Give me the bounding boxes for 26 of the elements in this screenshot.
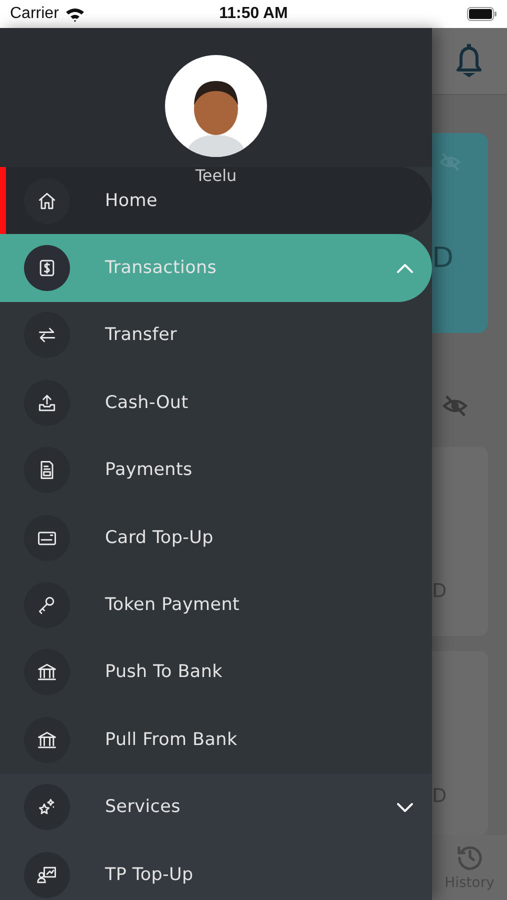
menu-item[interactable]: Pull From Bank bbox=[0, 706, 432, 774]
dollar-icon bbox=[24, 245, 70, 292]
key-icon bbox=[24, 582, 70, 628]
presentation-icon bbox=[24, 852, 70, 898]
clock-time: 11:50 AM bbox=[219, 5, 288, 22]
stars-icon bbox=[24, 784, 70, 830]
tray-upload-icon bbox=[24, 380, 70, 426]
menu-item[interactable]: Payments bbox=[0, 436, 432, 504]
menu-item[interactable]: Token Payment bbox=[0, 571, 432, 639]
menu-item[interactable]: TP Top-Up bbox=[0, 840, 432, 900]
menu-item[interactable]: Cash-Out bbox=[0, 369, 432, 437]
menu-item[interactable]: Card Top-Up bbox=[0, 504, 432, 572]
battery-icon bbox=[467, 7, 497, 21]
eye-off-icon[interactable] bbox=[437, 150, 463, 172]
bank-icon bbox=[24, 649, 70, 696]
menu-item[interactable]: Transfer bbox=[0, 302, 432, 370]
user-name: Teelu bbox=[195, 167, 237, 185]
menu-item[interactable]: Push To Bank bbox=[0, 638, 432, 706]
menu-item[interactable]: Services bbox=[0, 774, 432, 841]
wifi-icon bbox=[64, 6, 85, 22]
card-icon bbox=[24, 514, 70, 561]
document-icon bbox=[24, 447, 70, 494]
bank-icon bbox=[24, 716, 70, 763]
eye-off-icon[interactable] bbox=[440, 393, 470, 419]
carrier-label: Carrier bbox=[10, 5, 59, 23]
transfer-icon bbox=[24, 312, 70, 358]
